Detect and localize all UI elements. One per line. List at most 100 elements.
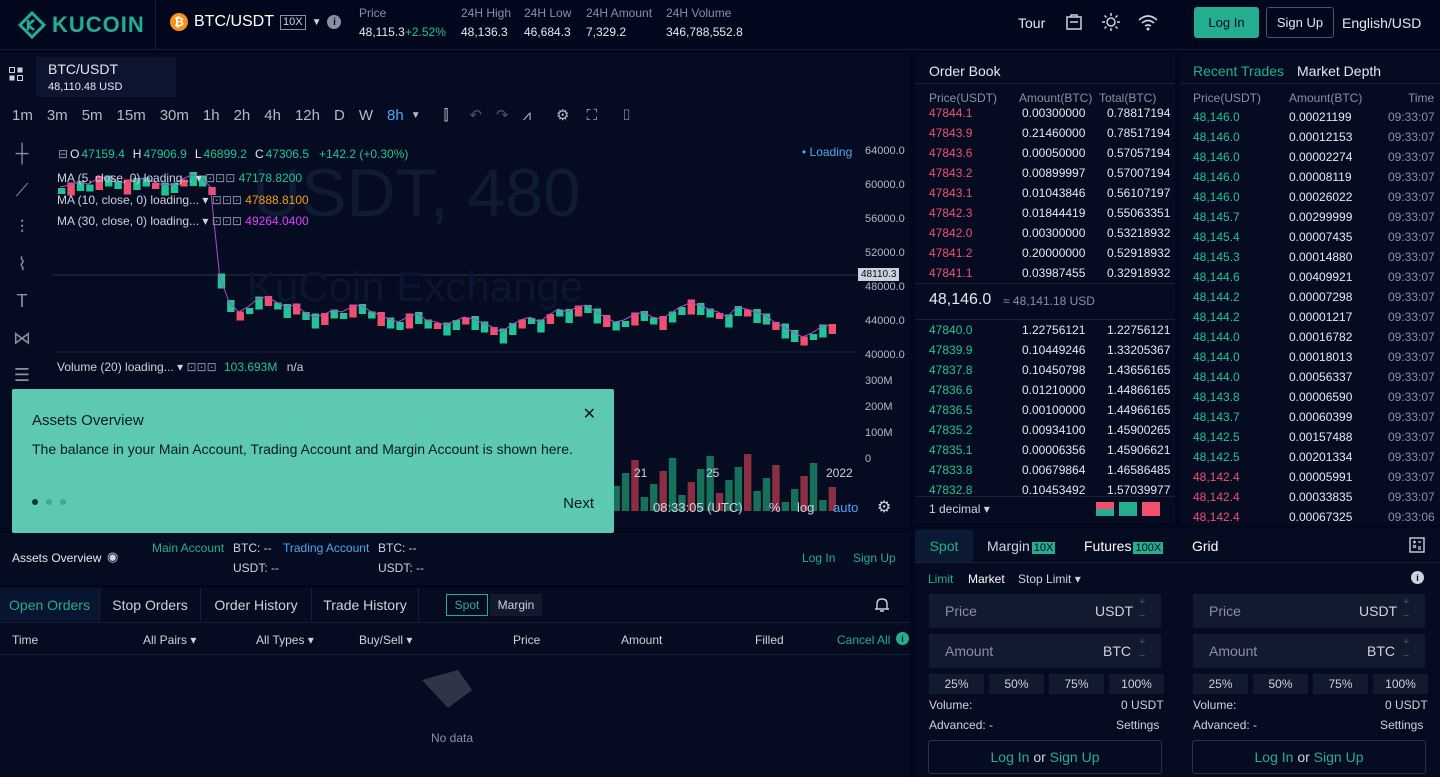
- ask-row[interactable]: 47841.1 0.03987455 0.32918932: [915, 263, 1175, 283]
- buy-amount-input[interactable]: Amount BTC + −: [929, 634, 1161, 668]
- header-login-button[interactable]: Log In: [1194, 7, 1259, 38]
- brush-icon[interactable]: ⌇: [0, 246, 44, 283]
- sell-price-input[interactable]: Price USDT + −: [1193, 594, 1425, 628]
- crosshair-icon[interactable]: ┼: [0, 135, 44, 172]
- timeframe-5m[interactable]: 5m: [82, 107, 103, 124]
- trendline-icon[interactable]: ⟋: [0, 172, 44, 209]
- sell-pct-50[interactable]: 50%: [1253, 674, 1308, 694]
- info-icon[interactable]: i: [327, 15, 342, 29]
- buy-pct-50[interactable]: 50%: [989, 674, 1044, 694]
- tab-margin[interactable]: Margin 10X: [987, 538, 1056, 554]
- login-link[interactable]: Log In: [991, 749, 1030, 765]
- buy-price-input[interactable]: Price USDT + −: [929, 594, 1161, 628]
- subtab-margin[interactable]: Margin: [490, 594, 542, 616]
- candle-type-icon[interactable]: ⫿: [444, 107, 449, 124]
- settings-gear-icon[interactable]: ⚙: [556, 106, 569, 124]
- tab-order-history[interactable]: Order History: [201, 588, 312, 621]
- timeframe-15m[interactable]: 15m: [117, 107, 146, 124]
- chevron-down-icon[interactable]: ▼: [411, 110, 421, 121]
- timeframe-3m[interactable]: 3m: [47, 107, 68, 124]
- cancel-all-button[interactable]: Cancel All: [837, 633, 890, 647]
- bid-row[interactable]: 47835.2 0.00934100 1.45900265: [915, 420, 1175, 440]
- ma10-label[interactable]: MA (10, close, 0) loading...: [57, 193, 199, 207]
- bid-row[interactable]: 47840.0 1.22756121 1.22756121: [915, 320, 1175, 340]
- timeframe-12h[interactable]: 12h: [295, 107, 320, 124]
- ask-row[interactable]: 47843.6 0.00050000 0.57057194: [915, 143, 1175, 163]
- timeframe-w[interactable]: W: [359, 107, 373, 124]
- timeframe-4h[interactable]: 4h: [264, 107, 281, 124]
- tour-link[interactable]: Tour: [1018, 15, 1045, 31]
- bid-row[interactable]: 47836.5 0.00100000 1.44966165: [915, 400, 1175, 420]
- collapse-icon[interactable]: ⊟: [58, 147, 68, 161]
- buy-pct-75[interactable]: 75%: [1049, 674, 1104, 694]
- timeframe-2h[interactable]: 2h: [234, 107, 251, 124]
- timeframe-d[interactable]: D: [334, 107, 345, 124]
- fib-icon[interactable]: ⫶: [0, 209, 44, 246]
- pattern-icon[interactable]: ⋈: [0, 320, 44, 357]
- fullscreen-icon[interactable]: ⛶: [587, 107, 598, 124]
- chevron-down-icon[interactable]: ▼: [312, 17, 322, 28]
- calculator-icon[interactable]: [1408, 536, 1426, 554]
- bid-row[interactable]: 47833.8 0.00679864 1.46586485: [915, 460, 1175, 480]
- undo-icon[interactable]: ↶: [469, 106, 482, 124]
- buy-login-signup-button[interactable]: Log In or Sign Up: [928, 740, 1162, 774]
- ask-row[interactable]: 47841.2 0.20000000 0.52918932: [915, 243, 1175, 263]
- tab-futures[interactable]: Futures 100X: [1084, 538, 1164, 554]
- login-link[interactable]: Log In: [1255, 749, 1294, 765]
- bell-icon[interactable]: [873, 596, 891, 614]
- info-icon[interactable]: i: [1411, 571, 1424, 584]
- tab-market-depth[interactable]: Market Depth: [1297, 63, 1381, 79]
- sell-pct-25[interactable]: 25%: [1193, 674, 1248, 694]
- theme-sun-icon[interactable]: [1101, 12, 1121, 32]
- amount-stepper[interactable]: + −: [1403, 635, 1409, 663]
- page-dot[interactable]: [46, 499, 52, 505]
- symbol-tab[interactable]: BTC/USDT 48,110.48 USD: [36, 57, 176, 97]
- buy-pct-25[interactable]: 25%: [929, 674, 984, 694]
- timeframe-30m[interactable]: 30m: [160, 107, 189, 124]
- ask-row[interactable]: 47843.1 0.01043846 0.56107197: [915, 183, 1175, 203]
- close-icon[interactable]: ✕: [583, 404, 596, 424]
- view-bids-icon[interactable]: [1119, 502, 1137, 516]
- kucoin-logo[interactable]: KUCOIN: [18, 11, 145, 39]
- sell-login-signup-button[interactable]: Log In or Sign Up: [1192, 740, 1426, 774]
- log-toggle[interactable]: log: [797, 500, 814, 515]
- ask-row[interactable]: 47842.0 0.00300000 0.53218932: [915, 223, 1175, 243]
- wifi-icon[interactable]: [1137, 13, 1159, 31]
- percent-toggle[interactable]: %: [769, 500, 781, 515]
- ask-row[interactable]: 47844.1 0.00300000 0.78817194: [915, 103, 1175, 123]
- main-account-link[interactable]: Main Account: [152, 541, 224, 555]
- bid-row[interactable]: 47835.1 0.00006356 1.45906621: [915, 440, 1175, 460]
- sell-pct-100[interactable]: 100%: [1373, 674, 1428, 694]
- buy-advanced[interactable]: Advanced: -: [929, 718, 993, 732]
- bid-row[interactable]: 47832.8 0.10453492 1.57039977: [915, 480, 1175, 500]
- page-dot-active[interactable]: [32, 499, 38, 505]
- subtab-spot[interactable]: Spot: [446, 594, 488, 616]
- tab-open-orders[interactable]: Open Orders: [0, 588, 100, 621]
- view-both-icon[interactable]: [1096, 502, 1114, 516]
- indicators-icon[interactable]: ⩘: [523, 107, 531, 124]
- bid-row[interactable]: 47836.6 0.01210000 1.44866165: [915, 380, 1175, 400]
- orders-icon[interactable]: [1065, 13, 1083, 31]
- sell-advanced[interactable]: Advanced: -: [1193, 718, 1257, 732]
- eye-icon[interactable]: ◉: [107, 549, 118, 565]
- order-type-market[interactable]: Market: [968, 572, 1005, 586]
- tab-stop-orders[interactable]: Stop Orders: [100, 588, 201, 621]
- signup-link[interactable]: Sign Up: [1050, 749, 1100, 765]
- timeframe-1h[interactable]: 1h: [203, 107, 220, 124]
- ma5-label[interactable]: MA (5, close, 0) loading...: [57, 171, 192, 185]
- filter-buy-sell[interactable]: Buy/Sell ▾: [359, 633, 412, 647]
- next-button[interactable]: Next: [563, 495, 594, 512]
- buy-pct-100[interactable]: 100%: [1109, 674, 1164, 694]
- tab-recent-trades[interactable]: Recent Trades: [1193, 63, 1284, 79]
- amount-stepper[interactable]: + −: [1139, 635, 1145, 663]
- header-signup-button[interactable]: Sign Up: [1266, 7, 1334, 38]
- assets-signup-link[interactable]: Sign Up: [853, 551, 896, 565]
- buy-settings-link[interactable]: Settings: [1116, 718, 1159, 732]
- timeframe-1m[interactable]: 1m: [12, 107, 33, 124]
- ma30-label[interactable]: MA (30, close, 0) loading...: [57, 214, 199, 228]
- sell-amount-input[interactable]: Amount BTC + −: [1193, 634, 1425, 668]
- price-stepper[interactable]: + −: [1403, 595, 1409, 623]
- signup-link[interactable]: Sign Up: [1314, 749, 1364, 765]
- bid-row[interactable]: 47839.9 0.10449246 1.33205367: [915, 340, 1175, 360]
- ask-row[interactable]: 47842.3 0.01844419 0.55063351: [915, 203, 1175, 223]
